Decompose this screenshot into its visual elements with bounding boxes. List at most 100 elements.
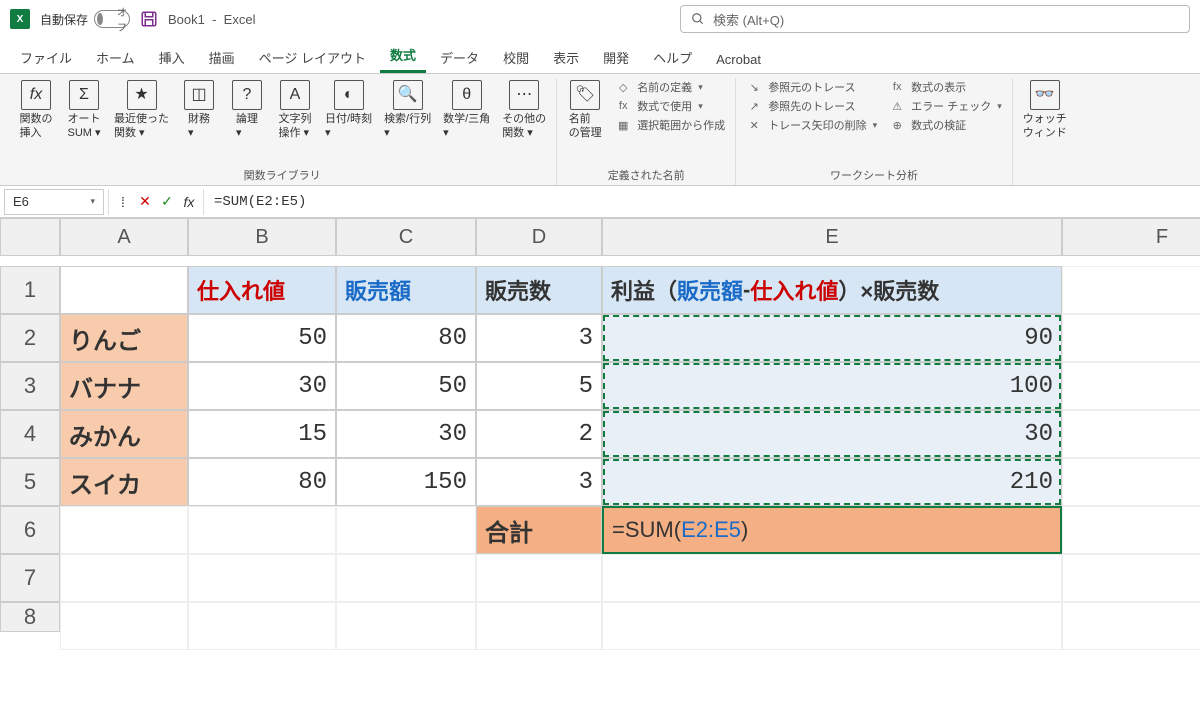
col-header-f[interactable]: F: [1062, 218, 1200, 256]
row-header-2[interactable]: 2: [0, 314, 60, 362]
tab-insert[interactable]: 挿入: [149, 42, 195, 73]
use-in-formula-button[interactable]: fx数式で使用 ▾: [611, 97, 729, 115]
text-button[interactable]: A文字列 操作 ▾: [273, 78, 317, 143]
cell-b1[interactable]: 仕入れ値: [188, 266, 336, 314]
tab-file[interactable]: ファイル: [10, 42, 82, 73]
cell-e6-active[interactable]: =SUM(E2:E5): [602, 506, 1062, 554]
autosave-toggle[interactable]: 自動保存 オフ: [40, 10, 130, 28]
cell-b7[interactable]: [188, 554, 336, 602]
financial-button[interactable]: ◫財務 ▾: [177, 78, 221, 143]
row-header-5[interactable]: 5: [0, 458, 60, 506]
row-header-6[interactable]: 6: [0, 506, 60, 554]
datetime-button[interactable]: ◐日付/時刻 ▾: [321, 78, 376, 143]
insert-function-button[interactable]: fx関数の 挿入: [14, 78, 58, 143]
tab-page-layout[interactable]: ページ レイアウト: [249, 42, 376, 73]
col-header-d[interactable]: D: [476, 218, 602, 256]
confirm-button[interactable]: ✓: [157, 192, 177, 212]
cell-d2[interactable]: 3: [476, 314, 602, 362]
cell-f6[interactable]: [1062, 506, 1200, 554]
cell-f8[interactable]: [1062, 602, 1200, 650]
tab-formulas[interactable]: 数式: [380, 39, 426, 73]
cell-a3[interactable]: バナナ: [60, 362, 188, 410]
trace-precedents-button[interactable]: ↘参照元のトレース: [742, 78, 881, 96]
formula-dropdown-icon[interactable]: ⁞: [113, 192, 133, 212]
cell-c2[interactable]: 80: [336, 314, 476, 362]
tab-review[interactable]: 校閲: [493, 42, 539, 73]
cell-f1[interactable]: [1062, 266, 1200, 314]
toggle-switch[interactable]: オフ: [94, 10, 130, 28]
remove-arrows-button[interactable]: ✕トレース矢印の削除 ▾: [742, 116, 881, 134]
cell-b4[interactable]: 15: [188, 410, 336, 458]
formula-input[interactable]: =SUM(E2:E5): [204, 194, 1200, 210]
cell-f4[interactable]: [1062, 410, 1200, 458]
cell-e5[interactable]: 210: [602, 458, 1062, 506]
cell-b6[interactable]: [188, 506, 336, 554]
save-icon[interactable]: [140, 10, 158, 28]
row-header-4[interactable]: 4: [0, 410, 60, 458]
tab-view[interactable]: 表示: [543, 42, 589, 73]
cell-f5[interactable]: [1062, 458, 1200, 506]
lookup-button[interactable]: 🔍検索/行列 ▾: [380, 78, 435, 143]
name-box[interactable]: E6▾: [4, 189, 104, 215]
cell-c3[interactable]: 50: [336, 362, 476, 410]
cell-d4[interactable]: 2: [476, 410, 602, 458]
cell-a4[interactable]: みかん: [60, 410, 188, 458]
other-functions-button[interactable]: ⋯その他の 関数 ▾: [498, 78, 550, 143]
logical-button[interactable]: ?論理 ▾: [225, 78, 269, 143]
cell-e4[interactable]: 30: [602, 410, 1062, 458]
cell-a2[interactable]: りんご: [60, 314, 188, 362]
cancel-button[interactable]: ✕: [135, 192, 155, 212]
cell-c4[interactable]: 30: [336, 410, 476, 458]
recent-functions-button[interactable]: ★最近使った 関数 ▾: [110, 78, 173, 143]
cell-a8[interactable]: [60, 602, 188, 650]
col-header-e[interactable]: E: [602, 218, 1062, 256]
tab-draw[interactable]: 描画: [199, 42, 245, 73]
cell-e3[interactable]: 100: [602, 362, 1062, 410]
cell-d5[interactable]: 3: [476, 458, 602, 506]
cell-b8[interactable]: [188, 602, 336, 650]
tab-data[interactable]: データ: [430, 42, 489, 73]
fx-icon[interactable]: fx: [179, 192, 199, 212]
row-header-7[interactable]: 7: [0, 554, 60, 602]
col-header-b[interactable]: B: [188, 218, 336, 256]
cell-a5[interactable]: スイカ: [60, 458, 188, 506]
tab-acrobat[interactable]: Acrobat: [706, 46, 771, 73]
col-header-a[interactable]: A: [60, 218, 188, 256]
cell-d1[interactable]: 販売数: [476, 266, 602, 314]
row-header-1[interactable]: 1: [0, 266, 60, 314]
row-header-3[interactable]: 3: [0, 362, 60, 410]
spreadsheet-grid[interactable]: A B C D E F 1 仕入れ値 販売額 販売数 利益（販売額-仕入れ値）×…: [0, 218, 1200, 650]
cell-a1[interactable]: [60, 266, 188, 314]
name-manager-button[interactable]: 🏷名前 の管理: [563, 78, 607, 143]
cell-c6[interactable]: [336, 506, 476, 554]
error-check-button[interactable]: ⚠エラー チェック ▾: [885, 97, 1006, 115]
watch-window-button[interactable]: 👓ウォッチ ウィンド: [1019, 78, 1071, 143]
search-input[interactable]: 検索 (Alt+Q): [680, 5, 1190, 33]
cell-c1[interactable]: 販売額: [336, 266, 476, 314]
math-button[interactable]: θ数学/三角 ▾: [439, 78, 494, 143]
cell-c8[interactable]: [336, 602, 476, 650]
cell-f7[interactable]: [1062, 554, 1200, 602]
tab-home[interactable]: ホーム: [86, 42, 145, 73]
cell-b5[interactable]: 80: [188, 458, 336, 506]
cell-f3[interactable]: [1062, 362, 1200, 410]
cell-b2[interactable]: 50: [188, 314, 336, 362]
cell-e7[interactable]: [602, 554, 1062, 602]
cell-d8[interactable]: [476, 602, 602, 650]
define-name-button[interactable]: ◇名前の定義 ▾: [611, 78, 729, 96]
autosum-button[interactable]: Σオート SUM ▾: [62, 78, 106, 143]
cell-a7[interactable]: [60, 554, 188, 602]
cell-b3[interactable]: 30: [188, 362, 336, 410]
select-all-corner[interactable]: [0, 218, 60, 256]
cell-d7[interactable]: [476, 554, 602, 602]
cell-d6[interactable]: 合計: [476, 506, 602, 554]
trace-dependents-button[interactable]: ↗参照先のトレース: [742, 97, 881, 115]
tab-developer[interactable]: 開発: [593, 42, 639, 73]
cell-c7[interactable]: [336, 554, 476, 602]
cell-e2[interactable]: 90: [602, 314, 1062, 362]
row-header-8[interactable]: 8: [0, 602, 60, 632]
show-formulas-button[interactable]: fx数式の表示: [885, 78, 1006, 96]
create-from-selection-button[interactable]: ▦選択範囲から作成: [611, 116, 729, 134]
cell-c5[interactable]: 150: [336, 458, 476, 506]
cell-e1[interactable]: 利益（販売額-仕入れ値）×販売数: [602, 266, 1062, 314]
